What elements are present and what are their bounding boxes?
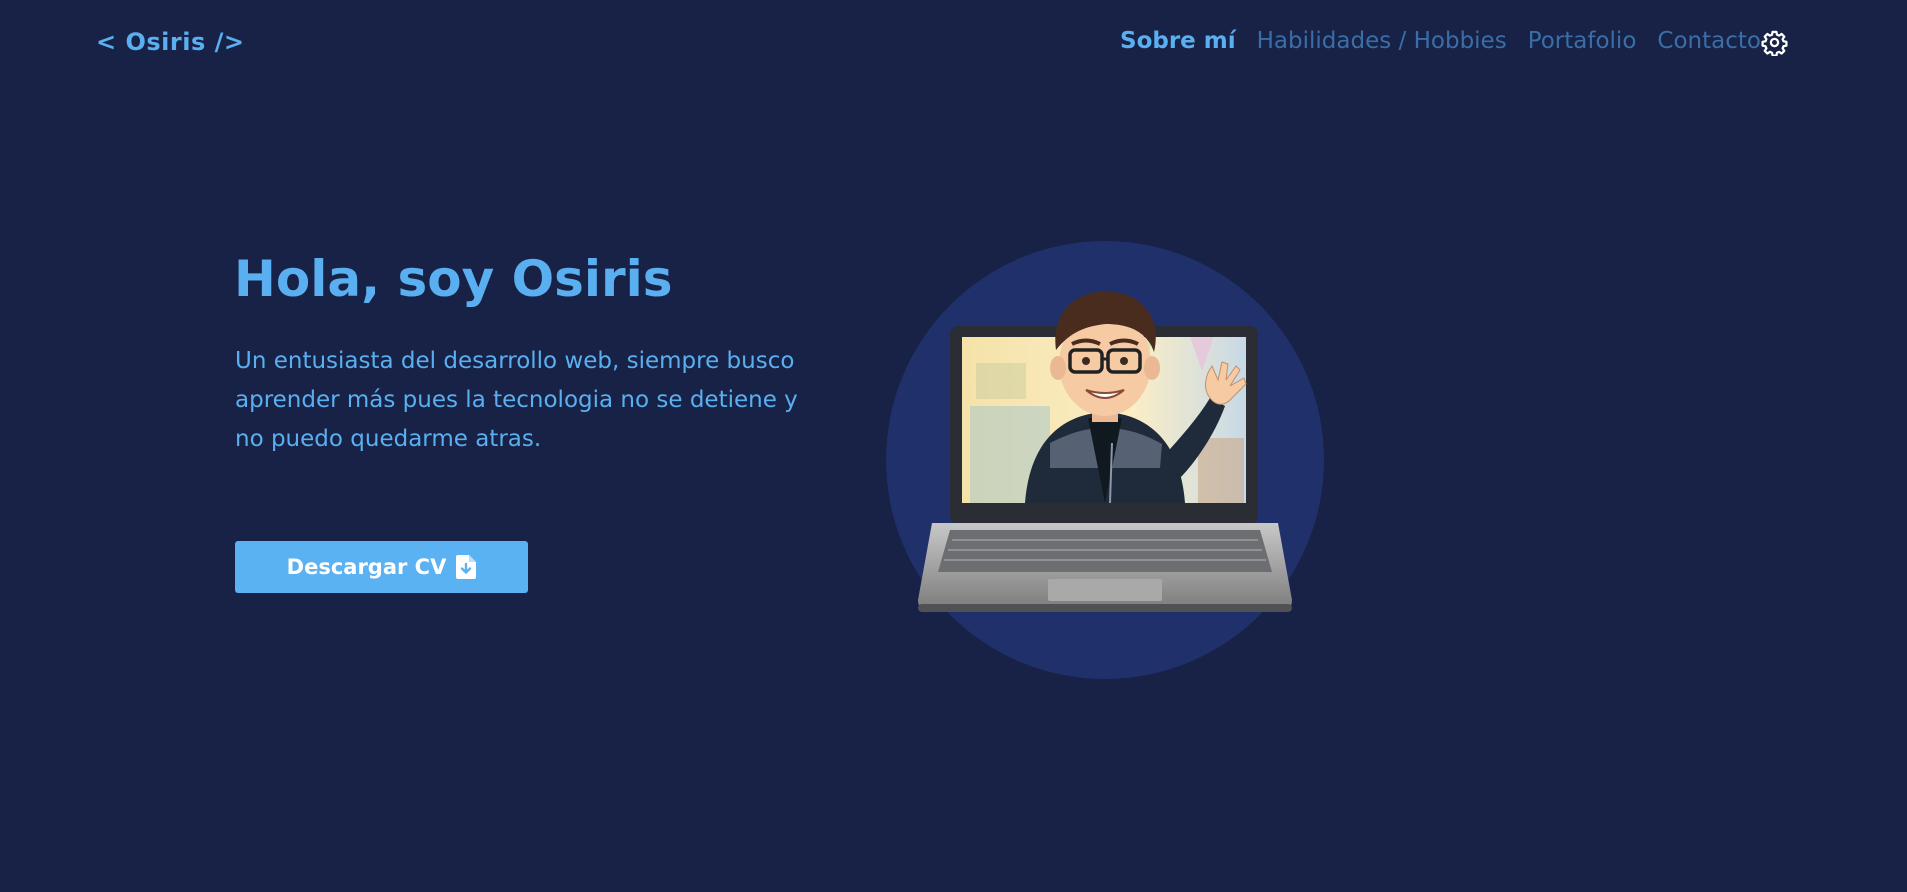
file-download-icon	[456, 555, 477, 579]
nav-link-sobre-mi[interactable]: Sobre mí	[1120, 28, 1236, 54]
download-cv-label: Descargar CV	[286, 555, 447, 579]
navbar: < Osiris /> Sobre mí Habilidades / Hobbi…	[0, 0, 1907, 86]
hero-description: Un entusiasta del desarrollo web, siempr…	[235, 348, 798, 452]
nav-link-habilidades[interactable]: Habilidades / Hobbies	[1257, 28, 1507, 54]
nav-link-contacto[interactable]: Contacto	[1657, 28, 1761, 54]
site-logo[interactable]: < Osiris />	[96, 28, 244, 56]
gear-icon[interactable]	[1761, 29, 1788, 57]
hero-title: Hola, soy Osiris	[234, 250, 673, 308]
avatar-illustration	[880, 238, 1330, 688]
main-nav: Sobre mí Habilidades / Hobbies Portafoli…	[1120, 28, 1761, 54]
download-cv-button[interactable]: Descargar CV	[235, 541, 528, 593]
nav-link-portafolio[interactable]: Portafolio	[1528, 28, 1637, 54]
